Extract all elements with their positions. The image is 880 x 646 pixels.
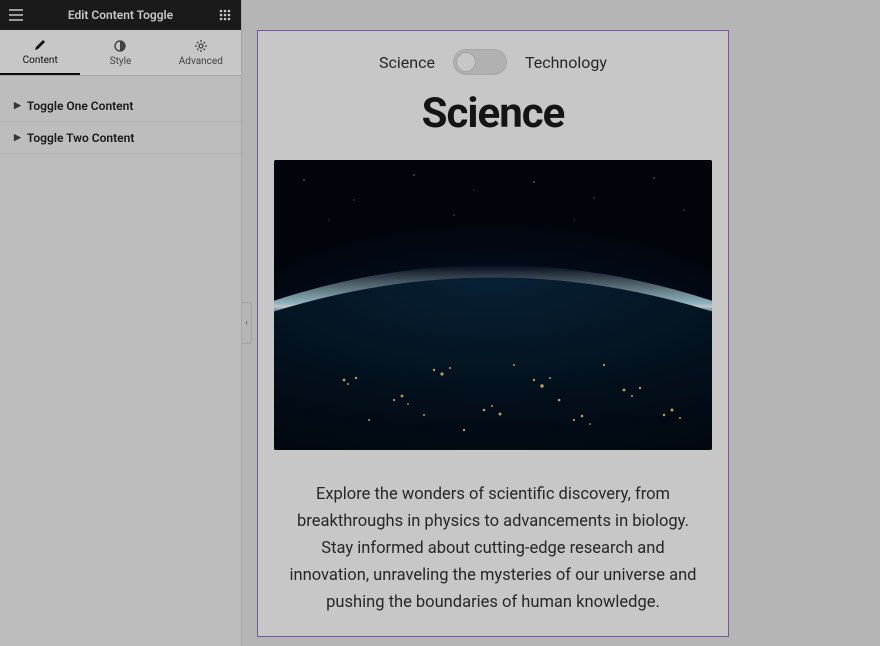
content-toggle-widget[interactable]: Science Technology Science bbox=[257, 30, 729, 637]
accordion-label: Toggle Two Content bbox=[27, 131, 134, 145]
chevron-left-icon: ‹ bbox=[245, 318, 248, 328]
globe-icon bbox=[274, 160, 712, 450]
toggle-label-left[interactable]: Science bbox=[379, 53, 435, 72]
editor-sidebar: Edit Content Toggle Content S bbox=[0, 0, 242, 646]
toggle-switch[interactable] bbox=[453, 49, 507, 75]
toggle-row: Science Technology bbox=[268, 49, 718, 75]
content-heading: Science bbox=[268, 89, 718, 138]
toggle-knob bbox=[456, 52, 476, 72]
tab-label: Style bbox=[110, 56, 132, 67]
gear-icon bbox=[194, 39, 208, 53]
accordion-label: Toggle One Content bbox=[27, 99, 133, 113]
tab-advanced[interactable]: Advanced bbox=[161, 30, 241, 75]
tab-label: Advanced bbox=[179, 56, 223, 67]
sidebar-header: Edit Content Toggle bbox=[0, 0, 241, 30]
accordion-toggle-one[interactable]: ▶ Toggle One Content bbox=[0, 90, 241, 122]
preview-canvas: ‹ Science Technology Science bbox=[242, 0, 880, 646]
menu-icon[interactable] bbox=[8, 7, 24, 23]
tab-content[interactable]: Content bbox=[0, 30, 80, 75]
pencil-icon bbox=[33, 38, 47, 52]
content-paragraph: Explore the wonders of scientific discov… bbox=[286, 482, 700, 616]
hero-image bbox=[274, 160, 712, 450]
sidebar-body: ▶ Toggle One Content ▶ Toggle Two Conten… bbox=[0, 76, 241, 646]
accordion-toggle-two[interactable]: ▶ Toggle Two Content bbox=[0, 122, 241, 154]
apps-icon[interactable] bbox=[217, 7, 233, 23]
app-root: Edit Content Toggle Content S bbox=[0, 0, 880, 646]
sidebar-tabs: Content Style Advanced bbox=[0, 30, 241, 76]
sidebar-title: Edit Content Toggle bbox=[24, 8, 217, 22]
collapse-sidebar-button[interactable]: ‹ bbox=[242, 302, 252, 344]
caret-right-icon: ▶ bbox=[14, 133, 21, 143]
toggle-label-right[interactable]: Technology bbox=[525, 53, 607, 72]
tab-label: Content bbox=[23, 55, 58, 66]
contrast-icon bbox=[113, 39, 127, 53]
caret-right-icon: ▶ bbox=[14, 101, 21, 111]
tab-style[interactable]: Style bbox=[80, 30, 160, 75]
